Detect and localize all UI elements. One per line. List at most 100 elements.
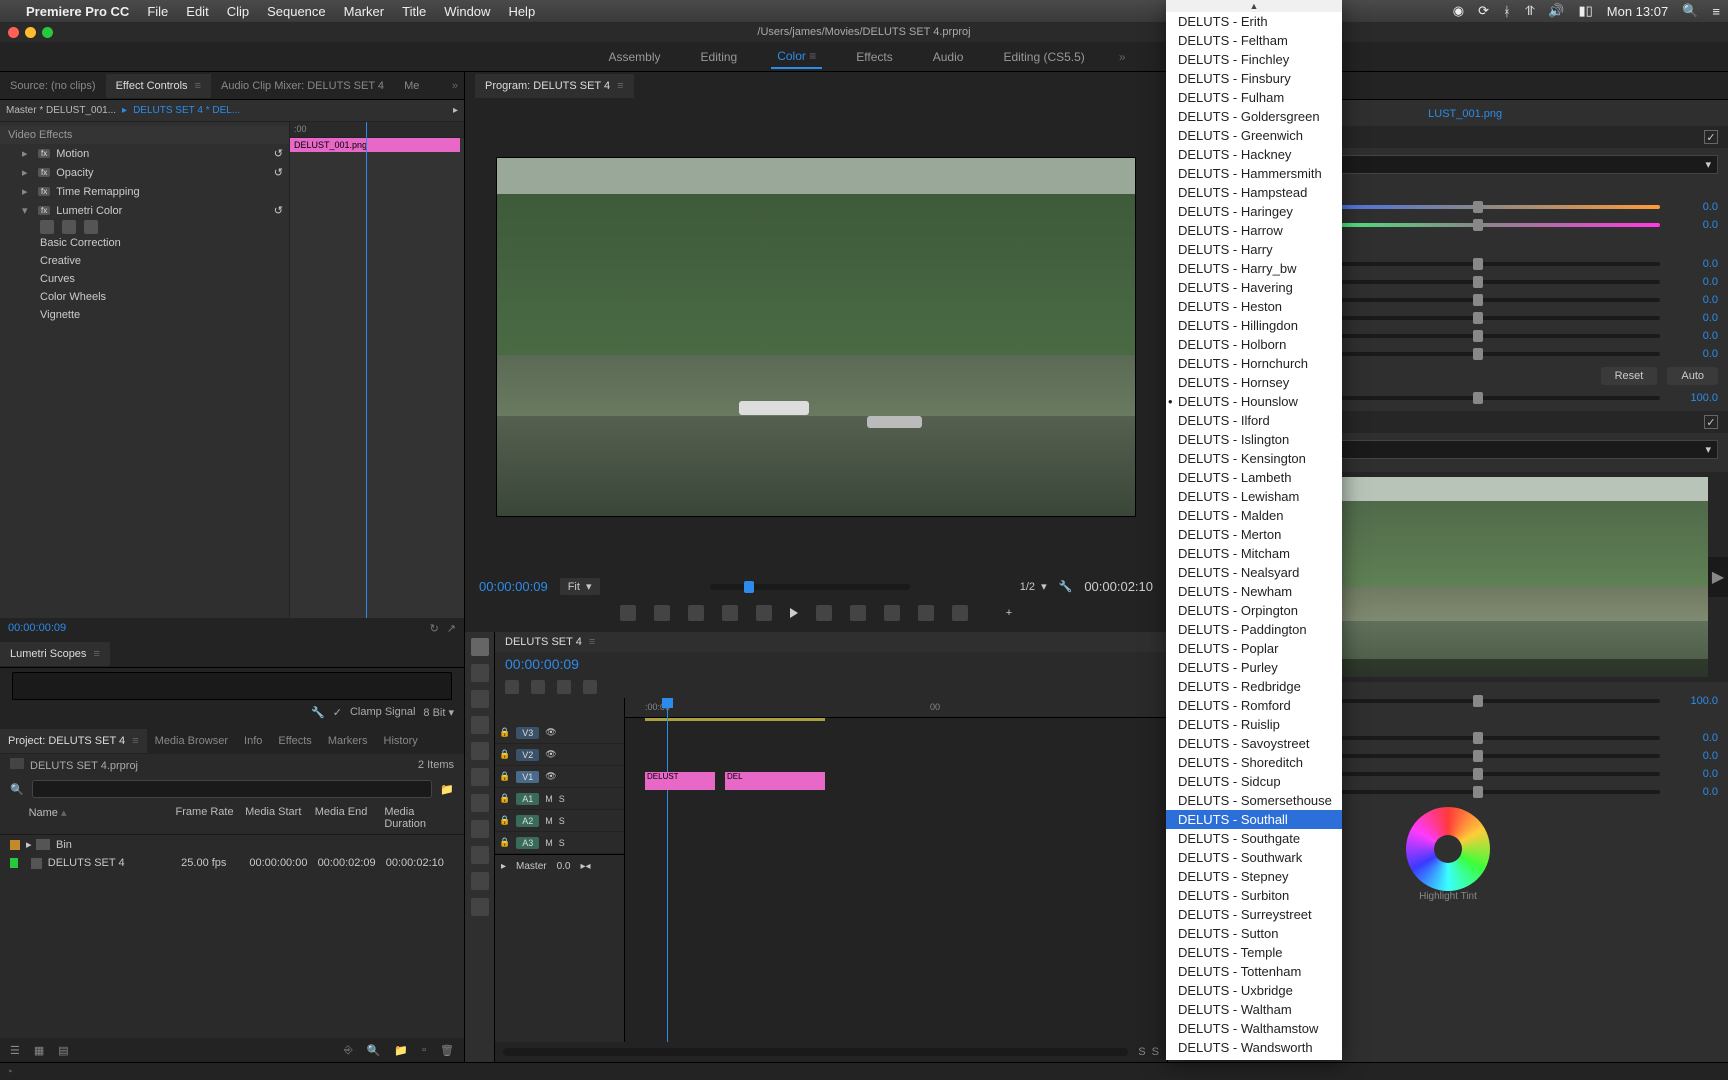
lut-option[interactable]: DELUTS - Hounslow bbox=[1166, 392, 1342, 411]
status-icon[interactable]: ◔ bbox=[6, 1066, 13, 1078]
project-search-input[interactable] bbox=[32, 780, 433, 798]
lut-option[interactable]: DELUTS - Redbridge bbox=[1166, 677, 1342, 696]
tab-timeline[interactable]: DELUTS SET 4 ≡ bbox=[495, 632, 1167, 652]
clock[interactable]: Mon 13:07 bbox=[1607, 4, 1668, 19]
lut-option[interactable]: DELUTS - Lambeth bbox=[1166, 468, 1342, 487]
creative-slider[interactable] bbox=[1296, 736, 1660, 740]
lut-option[interactable]: DELUTS - Greenwich bbox=[1166, 126, 1342, 145]
dropdown-scroll-up-icon[interactable]: ▲ bbox=[1166, 0, 1342, 12]
panel-overflow-icon[interactable]: » bbox=[446, 80, 464, 92]
col-media-end[interactable]: Media End bbox=[315, 806, 385, 830]
lock-icon[interactable]: 🔒 bbox=[499, 727, 510, 738]
button-editor-icon[interactable]: + bbox=[1006, 607, 1012, 619]
timeline-work-area[interactable] bbox=[645, 718, 825, 721]
basic-correction-toggle[interactable]: ✓ bbox=[1704, 130, 1718, 144]
creative-value[interactable]: 0.0 bbox=[1668, 732, 1718, 744]
tab-markers[interactable]: Markers bbox=[320, 729, 376, 753]
reset-icon[interactable]: ↺ bbox=[274, 204, 283, 217]
lut-option[interactable]: DELUTS - Goldersgreen bbox=[1166, 107, 1342, 126]
look-lut-dropdown-menu[interactable]: ▲ DELUTS - ErithDELUTS - FelthamDELUTS -… bbox=[1166, 0, 1342, 1060]
lut-option[interactable]: DELUTS - Temple bbox=[1166, 943, 1342, 962]
lut-option[interactable]: DELUTS - Stepney bbox=[1166, 867, 1342, 886]
workspace-audio[interactable]: Audio bbox=[927, 46, 970, 68]
workspace-color[interactable]: Color ≡ bbox=[771, 45, 822, 69]
ec-current-time[interactable]: 00:00:00:09 bbox=[8, 622, 66, 636]
wrench-icon[interactable]: 🔧 bbox=[311, 706, 325, 719]
folder-icon[interactable]: 📁 bbox=[440, 783, 454, 796]
ripple-edit-tool-icon[interactable] bbox=[471, 690, 489, 708]
lut-option[interactable]: DELUTS - Southwark bbox=[1166, 848, 1342, 867]
lut-option[interactable]: DELUTS - Ruislip bbox=[1166, 715, 1342, 734]
lut-option[interactable]: DELUTS - Newham bbox=[1166, 582, 1342, 601]
clamp-signal-label[interactable]: Clamp Signal bbox=[350, 706, 415, 719]
snap-icon[interactable] bbox=[505, 680, 519, 694]
menu-window[interactable]: Window bbox=[444, 4, 490, 19]
lut-option[interactable]: DELUTS - Waltham bbox=[1166, 1000, 1342, 1019]
tone-slider[interactable] bbox=[1296, 280, 1660, 284]
play-button[interactable] bbox=[790, 608, 798, 618]
tab-effect-controls[interactable]: Effect Controls ≡ bbox=[106, 74, 211, 98]
export-icon[interactable]: ↗ bbox=[447, 622, 456, 636]
tab-source[interactable]: Source: (no clips) bbox=[0, 74, 106, 98]
loop-icon[interactable]: ↻ bbox=[430, 622, 439, 636]
lut-option[interactable]: DELUTS - Wandsworth bbox=[1166, 1038, 1342, 1057]
tone-slider[interactable] bbox=[1296, 316, 1660, 320]
tab-history[interactable]: History bbox=[376, 729, 426, 753]
lut-option[interactable]: DELUTS - Nealsyard bbox=[1166, 563, 1342, 582]
lock-icon[interactable]: 🔒 bbox=[499, 771, 510, 782]
effect-controls-timeline[interactable]: :00 DELUST_001.png bbox=[290, 122, 464, 618]
spotlight-icon[interactable]: 🔍 bbox=[1682, 3, 1698, 19]
tone-slider[interactable] bbox=[1296, 334, 1660, 338]
ec-row-timeremap[interactable]: ▸fxTime Remapping bbox=[0, 182, 289, 201]
tone-value[interactable]: 0.0 bbox=[1668, 348, 1718, 360]
timeline-ruler[interactable]: :00:00 00 bbox=[625, 698, 1167, 718]
lut-option[interactable]: DELUTS - Erith bbox=[1166, 12, 1342, 31]
lut-option[interactable]: DELUTS - Savoystreet bbox=[1166, 734, 1342, 753]
workspace-effects[interactable]: Effects bbox=[850, 46, 898, 68]
mark-out-icon[interactable] bbox=[688, 605, 704, 621]
track-header-a2[interactable]: 🔒A2MS bbox=[495, 810, 624, 832]
notifications-icon[interactable]: ≡ bbox=[1712, 4, 1720, 19]
tab-program[interactable]: Program: DELUTS SET 4 ≡ bbox=[475, 74, 634, 98]
lut-option[interactable]: DELUTS - Uxbridge bbox=[1166, 981, 1342, 1000]
intensity-value[interactable]: 100.0 bbox=[1668, 695, 1718, 707]
hand-tool-icon[interactable] bbox=[471, 872, 489, 890]
icon-view-icon[interactable]: ▦ bbox=[34, 1044, 44, 1057]
intensity-slider[interactable] bbox=[1296, 699, 1660, 703]
rolling-edit-tool-icon[interactable] bbox=[471, 716, 489, 734]
menu-title[interactable]: Title bbox=[402, 4, 426, 19]
creative-slider[interactable] bbox=[1296, 790, 1660, 794]
lut-option[interactable]: DELUTS - Romford bbox=[1166, 696, 1342, 715]
creative-toggle[interactable]: ✓ bbox=[1704, 415, 1718, 429]
lut-option[interactable]: DELUTS - Havering bbox=[1166, 278, 1342, 297]
lut-option[interactable]: DELUTS - Heston bbox=[1166, 297, 1342, 316]
lut-option[interactable]: DELUTS - Tottenham bbox=[1166, 962, 1342, 981]
mask-pen-icon[interactable] bbox=[84, 220, 98, 234]
timeline-zoom-scrollbar[interactable] bbox=[503, 1048, 1128, 1056]
menu-file[interactable]: File bbox=[147, 4, 168, 19]
project-row-sequence[interactable]: DELUTS SET 4 25.00 fps 00:00:00:00 00:00… bbox=[0, 854, 464, 872]
freeform-view-icon[interactable]: ▤ bbox=[58, 1044, 68, 1057]
lut-option[interactable]: DELUTS - Hornsey bbox=[1166, 373, 1342, 392]
lut-option[interactable]: DELUTS - Surreystreet bbox=[1166, 905, 1342, 924]
ec-sub-color-wheels[interactable]: Color Wheels bbox=[0, 288, 289, 306]
menu-marker[interactable]: Marker bbox=[344, 4, 384, 19]
slip-tool-icon[interactable] bbox=[471, 794, 489, 812]
ec-row-opacity[interactable]: ▸fxOpacity↺ bbox=[0, 163, 289, 182]
ec-master-label[interactable]: Master * DELUST_001... bbox=[6, 105, 116, 116]
zoom-tool-icon[interactable] bbox=[471, 898, 489, 916]
reset-button[interactable]: Reset bbox=[1601, 367, 1658, 385]
ec-playhead[interactable] bbox=[366, 122, 367, 618]
lut-option[interactable]: DELUTS - Paddington bbox=[1166, 620, 1342, 639]
creative-slider[interactable] bbox=[1296, 772, 1660, 776]
lut-option[interactable]: DELUTS - Kensington bbox=[1166, 449, 1342, 468]
go-to-in-icon[interactable] bbox=[722, 605, 738, 621]
ec-clip-label[interactable]: DELUTS SET 4 * DEL... bbox=[133, 105, 240, 116]
lock-icon[interactable]: 🔒 bbox=[499, 837, 510, 848]
battery-icon[interactable]: ▮▯ bbox=[1578, 3, 1592, 19]
program-resolution-dropdown[interactable]: 1/2 ▾ bbox=[1020, 580, 1047, 593]
tone-slider[interactable] bbox=[1296, 298, 1660, 302]
workspace-overflow-icon[interactable]: » bbox=[1119, 50, 1126, 64]
tab-info[interactable]: Info bbox=[236, 729, 270, 753]
workspace-editing-cs55[interactable]: Editing (CS5.5) bbox=[997, 46, 1090, 68]
